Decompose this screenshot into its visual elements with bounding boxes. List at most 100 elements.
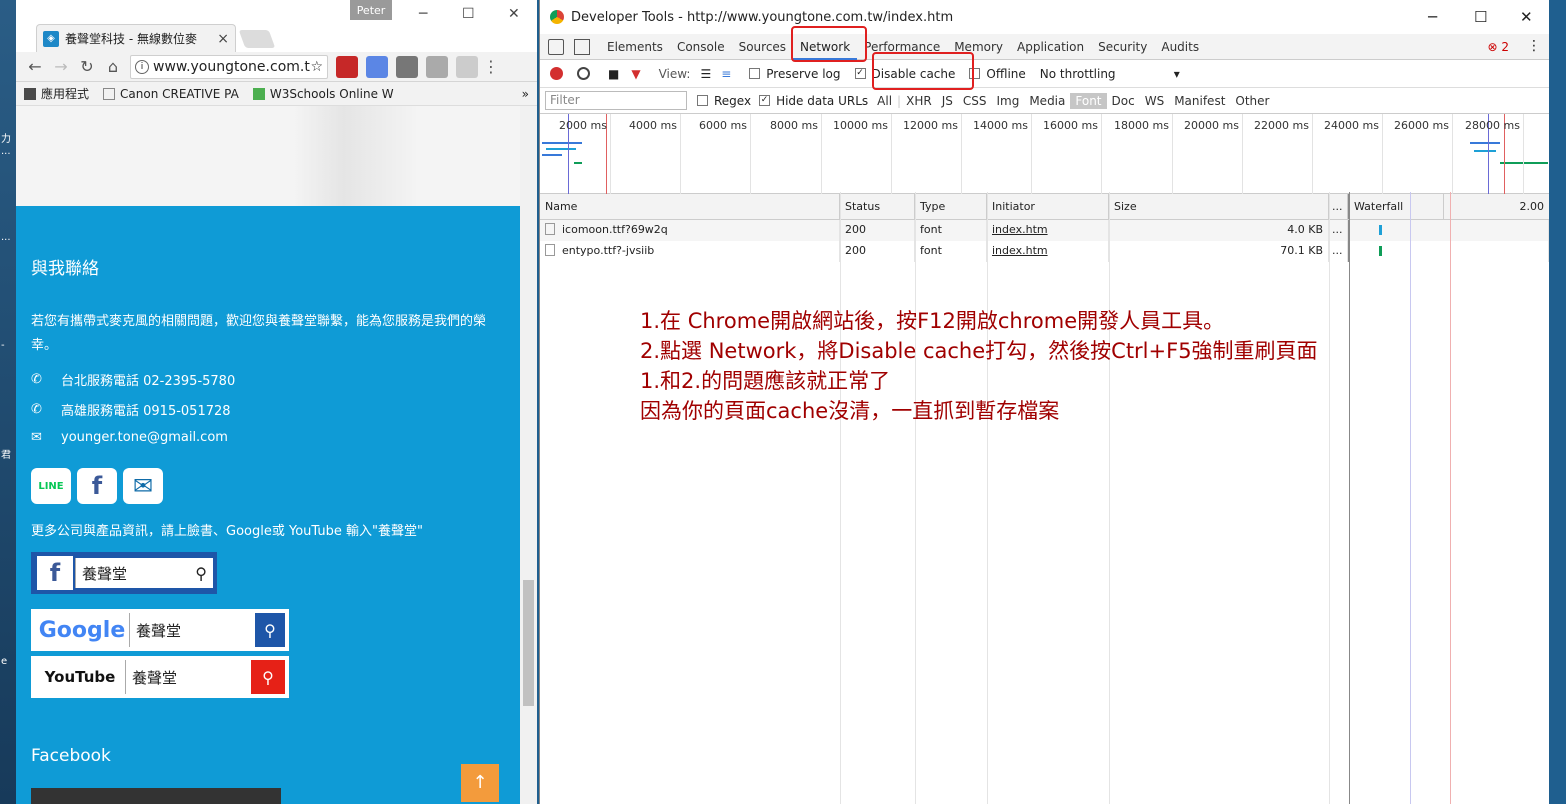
error-count-badge[interactable]: ⊗ 2: [1487, 40, 1509, 54]
column-size[interactable]: Size: [1109, 194, 1329, 219]
filter-manifest[interactable]: Manifest: [1169, 93, 1230, 109]
filter-media[interactable]: Media: [1024, 93, 1070, 109]
request-waterfall: [1348, 241, 1549, 262]
filter-other[interactable]: Other: [1230, 93, 1274, 109]
filter-css[interactable]: CSS: [958, 93, 992, 109]
overview-bar: [1470, 142, 1500, 144]
load-event-line: [1450, 192, 1451, 804]
timeline-overview[interactable]: 2000 ms 4000 ms 6000 ms 8000 ms 10000 ms 1200…: [540, 114, 1549, 194]
request-initiator-link[interactable]: index.htm: [987, 241, 1109, 262]
column-waterfall[interactable]: Waterfall: [1348, 194, 1444, 219]
line-icon[interactable]: LINE: [31, 468, 71, 504]
tab-console[interactable]: Console: [670, 34, 732, 60]
browser-tab[interactable]: ◈ 養聲堂科技 - 無線數位麥 ×: [36, 24, 236, 52]
filter-input[interactable]: Filter: [545, 91, 687, 110]
browser-menu-icon[interactable]: ⋮: [478, 57, 504, 76]
screenshot-icon[interactable]: ■: [608, 67, 619, 81]
device-toolbar-icon[interactable]: [574, 38, 590, 55]
maximize-icon[interactable]: ☐: [462, 6, 475, 22]
request-initiator-link[interactable]: index.htm: [987, 220, 1109, 241]
youtube-search-input[interactable]: 養聲堂: [125, 660, 251, 694]
timeline-gridline: [1523, 114, 1524, 194]
waterfall-scale: 2.00: [1519, 200, 1545, 213]
tab-audits[interactable]: Audits: [1154, 34, 1206, 60]
reload-icon[interactable]: ↻: [74, 57, 100, 76]
pdf-extension-icon[interactable]: [336, 55, 358, 78]
filter-js[interactable]: JS: [937, 93, 958, 109]
filter-font[interactable]: Font: [1070, 92, 1107, 109]
filter-img[interactable]: Img: [991, 93, 1024, 109]
clear-icon[interactable]: [577, 67, 590, 80]
facebook-section-title: Facebook: [31, 746, 111, 766]
minimize-icon[interactable]: ─: [1428, 8, 1437, 26]
back-icon[interactable]: ←: [22, 57, 48, 76]
filter-icon[interactable]: ▼: [631, 67, 640, 81]
home-icon[interactable]: ⌂: [100, 57, 126, 76]
close-icon[interactable]: ✕: [508, 6, 520, 22]
table-row[interactable]: icomoon.ttf?69w2q 200 font index.htm 4.0…: [540, 220, 1549, 241]
email-line[interactable]: ✉ younger.tone@gmail.com: [31, 430, 228, 445]
search-icon[interactable]: ⚲: [255, 613, 285, 647]
filter-all[interactable]: All: [872, 93, 897, 109]
tab-application[interactable]: Application: [1010, 34, 1091, 60]
column-name[interactable]: Name: [540, 194, 840, 219]
bookmarks-overflow-icon[interactable]: »: [522, 87, 529, 101]
facebook-icon[interactable]: f: [77, 468, 117, 504]
bookmark-item[interactable]: W3Schools Online W: [252, 87, 394, 101]
tab-close-icon[interactable]: ×: [217, 31, 229, 47]
filter-doc[interactable]: Doc: [1107, 93, 1140, 109]
column-type[interactable]: Type: [915, 194, 987, 219]
timeline-tick-label: 10000 ms: [833, 119, 888, 132]
record-icon[interactable]: [550, 67, 563, 80]
facebook-page-card[interactable]: [31, 788, 281, 804]
translate-extension-icon[interactable]: [366, 55, 388, 78]
filter-ws[interactable]: WS: [1140, 93, 1169, 109]
search-icon[interactable]: ⚲: [195, 564, 207, 583]
scrollbar-thumb[interactable]: [523, 580, 534, 706]
email-icon[interactable]: ✉: [123, 468, 163, 504]
forward-icon[interactable]: →: [48, 57, 74, 76]
overview-icon[interactable]: ≡: [721, 67, 731, 81]
drive-extension-icon[interactable]: [426, 55, 448, 78]
tab-security[interactable]: Security: [1091, 34, 1154, 60]
extension-icon[interactable]: [456, 55, 478, 78]
request-more: ...: [1329, 220, 1348, 241]
scroll-to-top-button[interactable]: ↑: [461, 764, 499, 802]
overview-bar: [546, 148, 576, 150]
desktop-text: e: [1, 656, 8, 667]
search-icon[interactable]: ⚲: [251, 660, 285, 694]
profile-badge[interactable]: Peter: [350, 0, 392, 20]
new-tab-button[interactable]: [238, 30, 276, 48]
chrome-logo-icon: [550, 10, 564, 24]
hide-data-urls-checkbox[interactable]: ✓ Hide data URLs: [759, 94, 868, 108]
column-initiator[interactable]: Initiator: [987, 194, 1109, 219]
tab-sources[interactable]: Sources: [732, 34, 793, 60]
bookmark-star-icon[interactable]: ☆: [310, 59, 323, 75]
inspect-icon[interactable]: [548, 38, 564, 55]
bookmark-item[interactable]: Canon CREATIVE PA: [103, 87, 239, 101]
regex-checkbox[interactable]: Regex: [697, 94, 751, 108]
preserve-log-checkbox[interactable]: Preserve log: [749, 67, 841, 81]
column-more[interactable]: ...: [1329, 194, 1348, 219]
table-row[interactable]: entypo.ttf?-jvsiib 200 font index.htm 70…: [540, 241, 1549, 262]
address-bar[interactable]: i www.youngtone.com.t ☆: [130, 54, 328, 79]
extension-icon[interactable]: [396, 55, 418, 78]
large-rows-icon[interactable]: ☰: [700, 67, 711, 81]
devtools-menu-icon[interactable]: ⋮: [1527, 38, 1541, 54]
youtube-search: YouTube 養聲堂 ⚲: [31, 656, 289, 698]
timeline-tick-label: 16000 ms: [1043, 119, 1098, 132]
facebook-search-input[interactable]: 養聲堂 ⚲: [75, 558, 213, 588]
filter-xhr[interactable]: XHR: [901, 93, 937, 109]
google-search-input[interactable]: 養聲堂: [129, 613, 255, 647]
throttling-select[interactable]: No throttling ▾: [1040, 67, 1180, 81]
site-info-icon[interactable]: i: [135, 59, 149, 74]
minimize-icon[interactable]: ─: [419, 6, 427, 22]
page-scrollbar[interactable]: [520, 106, 537, 804]
bookmark-item[interactable]: 應用程式: [24, 85, 89, 102]
maximize-icon[interactable]: ☐: [1474, 8, 1487, 26]
tab-elements[interactable]: Elements: [600, 34, 670, 60]
column-status[interactable]: Status: [840, 194, 915, 219]
site-favicon-icon: ◈: [43, 30, 59, 47]
close-icon[interactable]: ✕: [1520, 8, 1533, 26]
offline-checkbox[interactable]: Offline: [969, 67, 1026, 81]
